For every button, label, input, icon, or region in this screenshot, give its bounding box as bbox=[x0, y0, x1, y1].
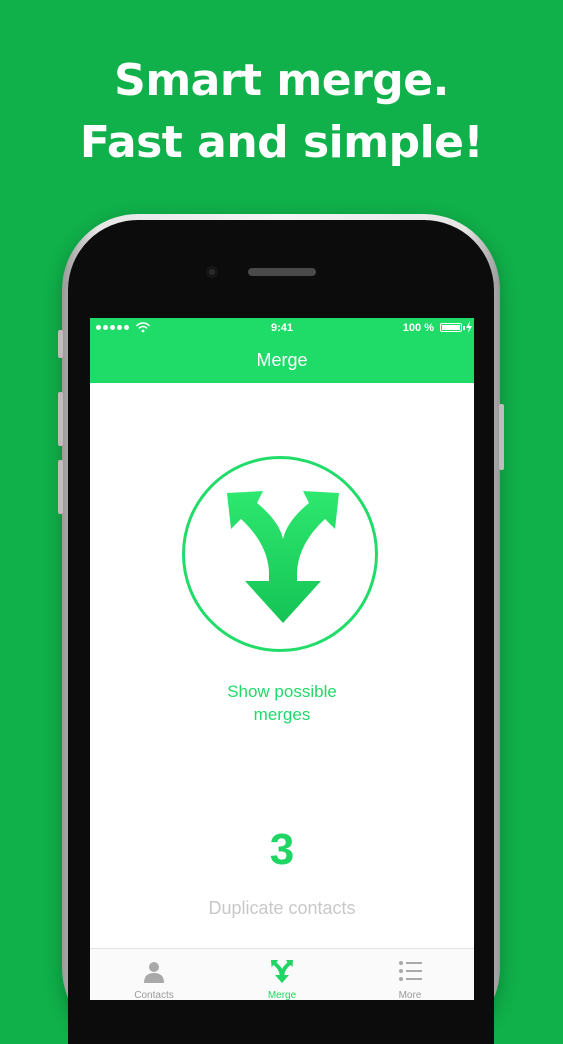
duplicate-count: 3 bbox=[269, 825, 295, 874]
tab-merge-label: Merge bbox=[267, 990, 297, 1000]
volume-down-button bbox=[58, 460, 63, 514]
status-bar: 9:41 100 % bbox=[90, 318, 474, 338]
tab-merge[interactable]: Merge bbox=[218, 949, 346, 1000]
show-possible-merges-link[interactable]: Show possible merges bbox=[90, 680, 474, 726]
list-icon bbox=[399, 961, 422, 981]
show-merges-line-2: merges bbox=[253, 705, 311, 724]
battery-percentage: 100 % bbox=[402, 322, 434, 334]
duplicate-contacts-label: Duplicate contacts bbox=[208, 898, 356, 918]
charging-bolt-icon bbox=[466, 321, 472, 333]
front-camera bbox=[206, 266, 218, 278]
tab-contacts-label: Contacts bbox=[134, 990, 174, 1000]
nav-bar: Merge bbox=[90, 338, 474, 383]
volume-up-button bbox=[58, 392, 63, 446]
tab-more[interactable]: More bbox=[346, 949, 474, 1000]
merge-arrow-icon bbox=[227, 491, 339, 623]
power-button bbox=[499, 404, 504, 470]
headline: Smart merge. Fast and simple! bbox=[0, 50, 563, 174]
battery-tip bbox=[463, 326, 465, 330]
headline-line-2: Fast and simple! bbox=[79, 117, 484, 168]
person-icon bbox=[144, 962, 164, 983]
headline-line-1: Smart merge. bbox=[114, 55, 449, 106]
mute-switch bbox=[58, 330, 63, 358]
tab-bar: Contacts Merge More bbox=[90, 948, 474, 1000]
nav-title: Merge bbox=[256, 350, 308, 370]
merge-icon bbox=[271, 960, 293, 983]
phone-screen: 9:41 100 % Merge Show possible merges 3 … bbox=[90, 318, 474, 1000]
tab-contacts[interactable]: Contacts bbox=[90, 949, 218, 1000]
earpiece-speaker bbox=[248, 268, 316, 276]
battery-icon bbox=[440, 323, 462, 332]
tab-more-label: More bbox=[398, 990, 422, 1000]
merge-button[interactable] bbox=[182, 456, 378, 652]
show-merges-line-1: Show possible bbox=[227, 682, 337, 701]
